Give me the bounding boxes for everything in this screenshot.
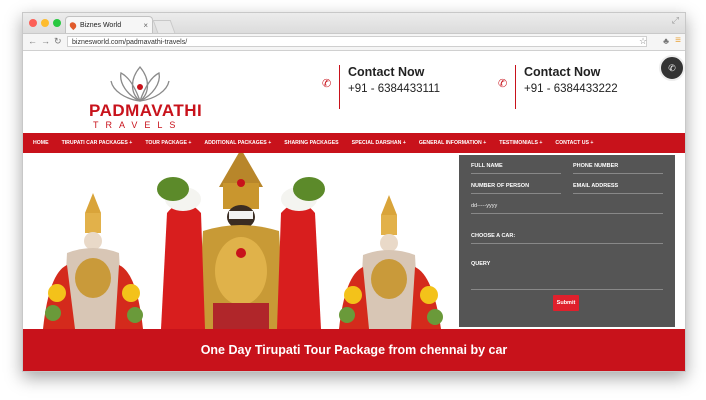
fullscreen-icon[interactable]: ⤢ bbox=[672, 15, 679, 26]
new-tab-button[interactable] bbox=[152, 20, 176, 33]
zoom-window-button[interactable] bbox=[53, 19, 61, 27]
url-input[interactable]: biznesworld.com/padmavathi-travels/ bbox=[67, 36, 647, 47]
full-name-label: FULL NAME bbox=[471, 163, 503, 169]
email-address-label: EMAIL ADDRESS bbox=[573, 183, 619, 189]
nav-testimonials[interactable]: TESTIMONIALS + bbox=[499, 140, 542, 146]
tab-title: Biznes World bbox=[80, 22, 122, 29]
hero-section: FULL NAME PHONE NUMBER NUMBER OF PERSON … bbox=[23, 153, 685, 329]
address-bar-row: ← → ↻ biznesworld.com/padmavathi-travels… bbox=[23, 34, 685, 51]
number-of-person-field[interactable] bbox=[471, 193, 561, 194]
nav-tour-package[interactable]: TOUR PACKAGE + bbox=[145, 140, 191, 146]
deity-image bbox=[23, 153, 459, 329]
choose-car-label: CHOOSE A CAR: bbox=[471, 233, 516, 239]
phone-number-field[interactable] bbox=[573, 173, 663, 174]
contact-title-1: Contact Now bbox=[348, 65, 425, 79]
minimize-window-button[interactable] bbox=[41, 19, 49, 27]
extension-icon[interactable]: ♣ bbox=[663, 36, 669, 46]
booking-form: FULL NAME PHONE NUMBER NUMBER OF PERSON … bbox=[459, 155, 675, 327]
contact-number-1[interactable]: +91 - 6384433111 bbox=[348, 83, 440, 95]
choose-car-select[interactable] bbox=[471, 243, 663, 244]
browser-menu-icon[interactable]: ≡ bbox=[675, 35, 681, 46]
date-field-underline bbox=[471, 213, 663, 214]
contact-number-2[interactable]: +91 - 6384433222 bbox=[524, 83, 618, 95]
email-address-field[interactable] bbox=[573, 193, 663, 194]
query-label: QUERY bbox=[471, 261, 491, 267]
forward-arrow-icon[interactable]: → bbox=[41, 36, 50, 46]
submit-button[interactable]: Submit bbox=[553, 295, 579, 311]
nav-tirupati-car-packages[interactable]: TIRUPATI CAR PACKAGES + bbox=[62, 140, 133, 146]
phone-call-icon[interactable]: ✆ bbox=[659, 55, 685, 81]
nav-home[interactable]: HOME bbox=[33, 140, 49, 146]
phone-icon: ✆ bbox=[322, 78, 332, 90]
website: PADMAVATHI TRAVELS ✆ Contact Now +91 - 6… bbox=[23, 51, 685, 371]
site-header: PADMAVATHI TRAVELS ✆ Contact Now +91 - 6… bbox=[23, 51, 685, 133]
nav-general-information[interactable]: GENERAL INFORMATION + bbox=[419, 140, 486, 146]
center-deity-figure bbox=[157, 153, 325, 329]
close-window-button[interactable] bbox=[29, 19, 37, 27]
nav-special-darshan[interactable]: SPECIAL DARSHAN + bbox=[352, 140, 406, 146]
map-pin-icon bbox=[68, 20, 78, 31]
browser-titlebar: Biznes World × ⤢ bbox=[23, 13, 685, 34]
contact-title-2: Contact Now bbox=[524, 65, 601, 79]
logo-subtitle: TRAVELS bbox=[93, 120, 183, 130]
reload-icon[interactable]: ↻ bbox=[54, 36, 62, 47]
browser-window: Biznes World × ⤢ ← → ↻ biznesworld.com/p… bbox=[22, 12, 686, 372]
full-name-field[interactable] bbox=[471, 173, 561, 174]
browser-tab[interactable]: Biznes World × bbox=[65, 16, 153, 33]
contact-block-1: ✆ Contact Now +91 - 6384433111 bbox=[322, 65, 440, 109]
main-navigation: HOME TIRUPATI CAR PACKAGES + TOUR PACKAG… bbox=[23, 133, 685, 153]
nav-contact-us[interactable]: CONTACT US + bbox=[555, 140, 593, 146]
back-arrow-icon[interactable]: ← bbox=[28, 36, 37, 46]
query-textarea[interactable] bbox=[471, 289, 663, 290]
phone-number-label: PHONE NUMBER bbox=[573, 163, 619, 169]
logo-name: PADMAVATHI bbox=[89, 101, 203, 120]
close-tab-icon[interactable]: × bbox=[143, 17, 148, 34]
number-of-person-label: NUMBER OF PERSON bbox=[471, 183, 530, 189]
tour-banner: One Day Tirupati Tour Package from chenn… bbox=[23, 329, 685, 371]
date-field[interactable]: dd-----yyyy bbox=[471, 203, 497, 209]
nav-additional-packages[interactable]: ADDITIONAL PACKAGES + bbox=[204, 140, 271, 146]
contact-block-2: ✆ Contact Now +91 - 6384433222 bbox=[498, 65, 618, 109]
nav-sharing-packages[interactable]: SHARING PACKAGES bbox=[284, 140, 338, 146]
phone-icon: ✆ bbox=[498, 78, 508, 90]
bookmark-star-icon[interactable]: ☆ bbox=[639, 36, 647, 47]
